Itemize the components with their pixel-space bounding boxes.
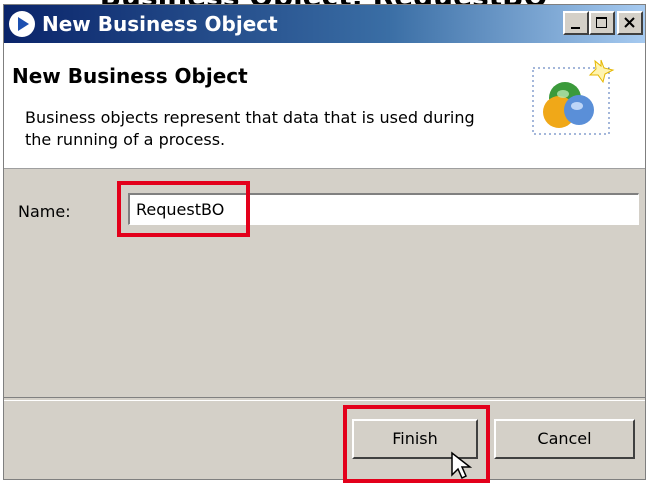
close-icon: [624, 17, 635, 28]
button-bar-divider: [4, 397, 645, 401]
highlight-box-name: [117, 181, 250, 237]
banner-title: New Business Object: [12, 64, 248, 88]
banner-description: Business objects represent that data tha…: [25, 108, 475, 149]
maximize-button[interactable]: [589, 11, 615, 35]
new-business-object-dialog: New Business Object New Business Object …: [3, 4, 646, 483]
business-object-wizard-icon: [532, 59, 615, 135]
minimize-button[interactable]: [563, 11, 589, 35]
mouse-pointer-icon: [451, 451, 473, 480]
title-bar[interactable]: New Business Object: [4, 5, 645, 43]
maximize-icon: [596, 17, 607, 28]
minimize-icon: [571, 27, 580, 29]
cancel-button[interactable]: Cancel: [494, 419, 635, 459]
name-label: Name:: [18, 202, 71, 221]
wizard-play-icon: [9, 11, 35, 37]
wizard-banner: New Business Object Business objects rep…: [4, 43, 645, 169]
close-button[interactable]: [617, 11, 643, 35]
window-title: New Business Object: [42, 12, 278, 36]
